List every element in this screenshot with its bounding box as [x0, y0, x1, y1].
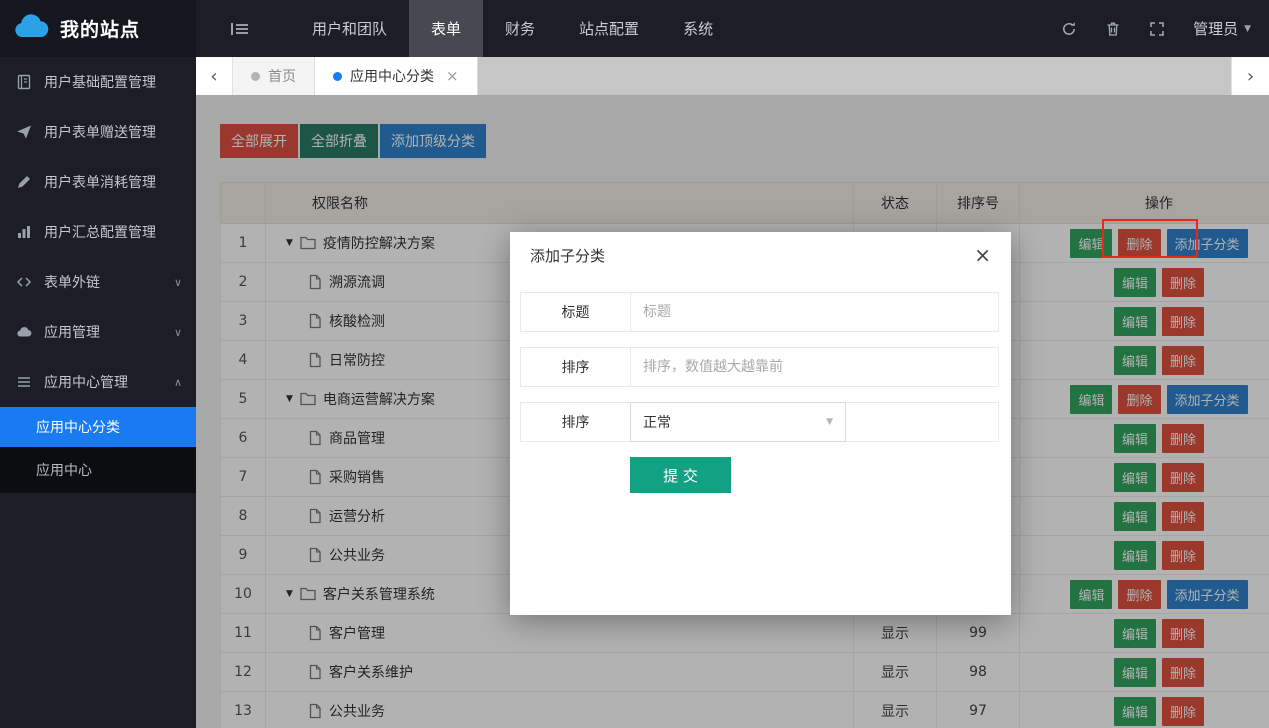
- sidebar-item[interactable]: 应用中心管理 ∧: [0, 357, 196, 407]
- book-icon: [16, 74, 34, 90]
- sidebar-item-label: 用户基础配置管理: [44, 72, 156, 92]
- tab[interactable]: 首页: [233, 57, 315, 95]
- sort-field-label: 排序: [521, 348, 631, 386]
- sidebar-item[interactable]: 用户基础配置管理: [0, 57, 196, 107]
- top-header: 用户和团队表单财务站点配置系统 管理员 ▼: [196, 0, 1269, 57]
- chart-icon: [16, 224, 34, 240]
- send-icon: [16, 124, 34, 140]
- tabs-scroll-right-button[interactable]: ›: [1231, 57, 1269, 95]
- close-icon[interactable]: ×: [974, 245, 991, 265]
- sidebar-subitem[interactable]: 应用中心分类: [0, 407, 196, 447]
- site-title: 我的站点: [60, 15, 140, 42]
- title-input[interactable]: [631, 293, 998, 331]
- header-actions: 管理员 ▼: [1061, 18, 1269, 39]
- form-row-title: 标题: [520, 292, 999, 332]
- status-select[interactable]: 正常 ▼: [630, 402, 846, 442]
- top-nav: 用户和团队表单财务站点配置系统: [290, 0, 735, 57]
- form-row-sort: 排序: [520, 347, 999, 387]
- chevron-down-icon: ∨: [174, 326, 182, 339]
- top-nav-item[interactable]: 用户和团队: [290, 0, 409, 57]
- tab[interactable]: 应用中心分类 ×: [315, 57, 478, 95]
- dialog-header: 添加子分类 ×: [510, 232, 1011, 278]
- sidebar-subitem[interactable]: 应用中心: [0, 447, 196, 493]
- sidebar-item[interactable]: 表单外链 ∨: [0, 257, 196, 307]
- tab-label: 首页: [268, 66, 296, 86]
- top-nav-item[interactable]: 站点配置: [557, 0, 661, 57]
- logo[interactable]: 我的站点: [0, 0, 196, 57]
- cloud-icon: [16, 324, 34, 340]
- chevron-down-icon: ∨: [174, 276, 182, 289]
- chevron-up-icon: ∧: [174, 376, 182, 389]
- admin-menu[interactable]: 管理员 ▼: [1193, 18, 1251, 39]
- top-nav-item[interactable]: 系统: [661, 0, 735, 57]
- pen-icon: [16, 174, 34, 190]
- sidebar-item-label: 用户表单赠送管理: [44, 122, 156, 142]
- add-subcategory-dialog: 添加子分类 × 标题 排序 排序 正常 ▼ 提 交: [510, 232, 1011, 615]
- trash-icon[interactable]: [1105, 21, 1121, 37]
- sidebar-item[interactable]: 用户表单赠送管理: [0, 107, 196, 157]
- admin-label: 管理员: [1193, 18, 1238, 39]
- fullscreen-icon[interactable]: [1149, 21, 1165, 37]
- cloud-logo-icon: [12, 13, 52, 45]
- submit-button[interactable]: 提 交: [630, 457, 731, 493]
- sidebar-toggle-icon[interactable]: [230, 21, 250, 37]
- sidebar-item[interactable]: 用户汇总配置管理: [0, 207, 196, 257]
- close-icon[interactable]: ×: [446, 67, 459, 85]
- form-row-status: 排序 正常 ▼: [520, 402, 999, 442]
- tab-label: 应用中心分类: [350, 66, 434, 86]
- tabs-scroll-left-button[interactable]: ‹: [196, 57, 233, 95]
- menu-icon: [16, 374, 34, 390]
- sidebar-item[interactable]: 用户表单消耗管理: [0, 157, 196, 207]
- sidebar-submenu: 应用中心分类应用中心: [0, 407, 196, 493]
- top-nav-item[interactable]: 财务: [483, 0, 557, 57]
- refresh-icon[interactable]: [1061, 21, 1077, 37]
- status-field-label: 排序: [521, 403, 631, 441]
- top-nav-item[interactable]: 表单: [409, 0, 483, 57]
- sidebar-item-label: 应用管理: [44, 322, 100, 342]
- title-field-label: 标题: [521, 293, 631, 331]
- sidebar-item-label: 表单外链: [44, 272, 100, 292]
- app-root: 我的站点 用户基础配置管理用户表单赠送管理用户表单消耗管理用户汇总配置管理表单外…: [0, 0, 1269, 728]
- tab-bar: ‹ 首页 应用中心分类 × ›: [196, 57, 1269, 95]
- link-icon: [16, 274, 34, 290]
- status-select-value: 正常: [643, 412, 671, 432]
- chevron-down-icon: ▼: [826, 417, 833, 427]
- sidebar: 我的站点 用户基础配置管理用户表单赠送管理用户表单消耗管理用户汇总配置管理表单外…: [0, 0, 196, 728]
- tabs: 首页 应用中心分类 ×: [233, 57, 478, 95]
- sort-input[interactable]: [631, 348, 998, 386]
- dialog-body: 标题 排序 排序 正常 ▼ 提 交: [510, 278, 1011, 493]
- sidebar-item-label: 应用中心管理: [44, 372, 128, 392]
- sidebar-item-label: 用户表单消耗管理: [44, 172, 156, 192]
- dialog-title: 添加子分类: [530, 245, 605, 266]
- tab-dot-icon: [251, 72, 260, 81]
- sidebar-nav: 用户基础配置管理用户表单赠送管理用户表单消耗管理用户汇总配置管理表单外链∨应用管…: [0, 57, 196, 493]
- chevron-down-icon: ▼: [1244, 24, 1251, 34]
- sidebar-item[interactable]: 应用管理 ∨: [0, 307, 196, 357]
- sidebar-item-label: 用户汇总配置管理: [44, 222, 156, 242]
- tab-dot-icon: [333, 72, 342, 81]
